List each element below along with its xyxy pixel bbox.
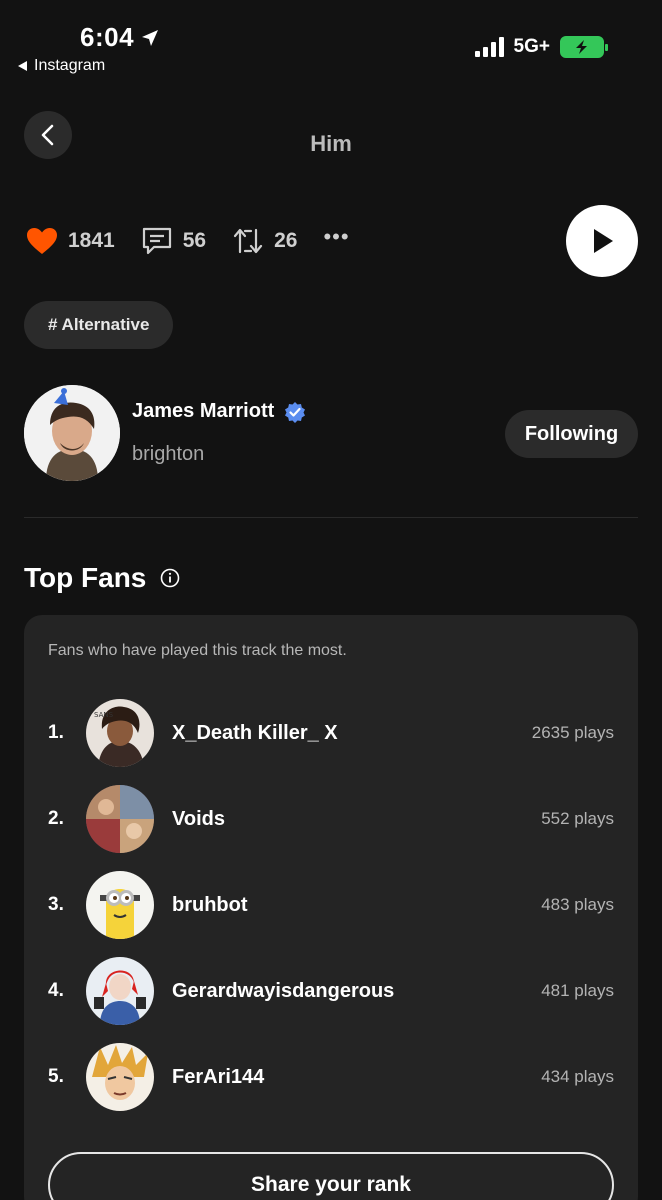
status-indicators: 5G+ xyxy=(474,36,608,58)
track-actions: 1841 56 26 ••• xyxy=(26,224,350,256)
fan-row[interactable]: 4. Gerardwayisdangerous 481 plays xyxy=(48,956,614,1026)
fan-avatar[interactable] xyxy=(86,1043,154,1111)
fan-rank: 3. xyxy=(48,894,64,915)
fan-avatar[interactable] xyxy=(86,871,154,939)
comment-icon xyxy=(142,227,171,255)
repost-icon xyxy=(233,228,263,254)
location-arrow-icon xyxy=(142,29,159,46)
fan-avatar[interactable] xyxy=(86,785,154,853)
fan-rank: 1. xyxy=(48,722,64,743)
fan-plays: 481 plays xyxy=(541,981,614,1000)
fan-row[interactable]: 1. SANS X_Death Killer_ X 2635 plays xyxy=(48,698,614,768)
fan-row[interactable]: 5. FerAri144 434 plays xyxy=(48,1042,614,1112)
fan-row[interactable]: 2. Voids 552 plays xyxy=(48,784,614,854)
fan-avatar[interactable] xyxy=(86,957,154,1025)
genre-tag[interactable]: # Alternative xyxy=(24,301,174,349)
track-title: Him xyxy=(310,131,352,156)
fan-rank: 4. xyxy=(48,980,64,1001)
network-type: 5G+ xyxy=(513,36,550,57)
artist-location: brighton xyxy=(132,443,205,465)
verified-badge-icon xyxy=(285,401,306,423)
fan-plays: 483 plays xyxy=(541,895,614,914)
battery-icon xyxy=(560,36,608,58)
fan-plays: 2635 plays xyxy=(531,723,614,742)
comments-count: 56 xyxy=(182,229,207,252)
fan-plays: 552 plays xyxy=(541,809,614,828)
more-options-icon[interactable]: ••• xyxy=(323,224,349,250)
top-fans-card: Fans who have played this track the most… xyxy=(24,615,638,1200)
fan-name: bruhbot xyxy=(172,893,248,916)
likes-count: 1841 xyxy=(68,229,115,252)
fan-plays: 434 plays xyxy=(541,1067,614,1086)
play-button[interactable] xyxy=(566,205,638,277)
comments-button[interactable]: 56 xyxy=(141,226,206,256)
play-icon xyxy=(594,229,613,253)
return-app-label: Instagram xyxy=(34,57,106,74)
status-time: 6:04 xyxy=(80,22,160,53)
reposts-count: 26 xyxy=(274,229,298,252)
following-button[interactable]: Following xyxy=(505,410,638,458)
repost-button[interactable]: 26 xyxy=(232,226,297,256)
fan-name: Voids xyxy=(172,807,225,830)
divider xyxy=(24,517,638,518)
fan-name: Gerardwayisdangerous xyxy=(172,979,395,1002)
fan-avatar[interactable]: SANS xyxy=(86,699,154,767)
artist-avatar[interactable] xyxy=(24,385,120,481)
signal-icon xyxy=(474,37,504,57)
fan-name: X_Death Killer_ X xyxy=(172,721,338,744)
top-fans-heading: Top Fans xyxy=(24,562,180,594)
info-icon[interactable] xyxy=(160,568,180,588)
top-fans-description: Fans who have played this track the most… xyxy=(48,642,347,659)
fan-rank: 5. xyxy=(48,1066,64,1087)
top-fans-title: Top Fans xyxy=(24,562,147,593)
heart-icon xyxy=(27,228,57,254)
fan-name: FerAri144 xyxy=(172,1065,265,1088)
fan-row[interactable]: 3. bruhbot 483 plays xyxy=(48,870,614,940)
svg-text:SANS: SANS xyxy=(94,711,114,719)
artist-name[interactable]: James Marriott xyxy=(132,400,306,423)
back-triangle-icon xyxy=(18,61,27,71)
return-to-instagram[interactable]: Instagram xyxy=(18,57,105,75)
status-time-text: 6:04 xyxy=(80,22,135,52)
fan-rank: 2. xyxy=(48,808,64,829)
artist-name-text: James Marriott xyxy=(132,400,275,422)
share-rank-button[interactable]: Share your rank xyxy=(48,1152,614,1200)
like-button[interactable]: 1841 xyxy=(26,227,115,255)
